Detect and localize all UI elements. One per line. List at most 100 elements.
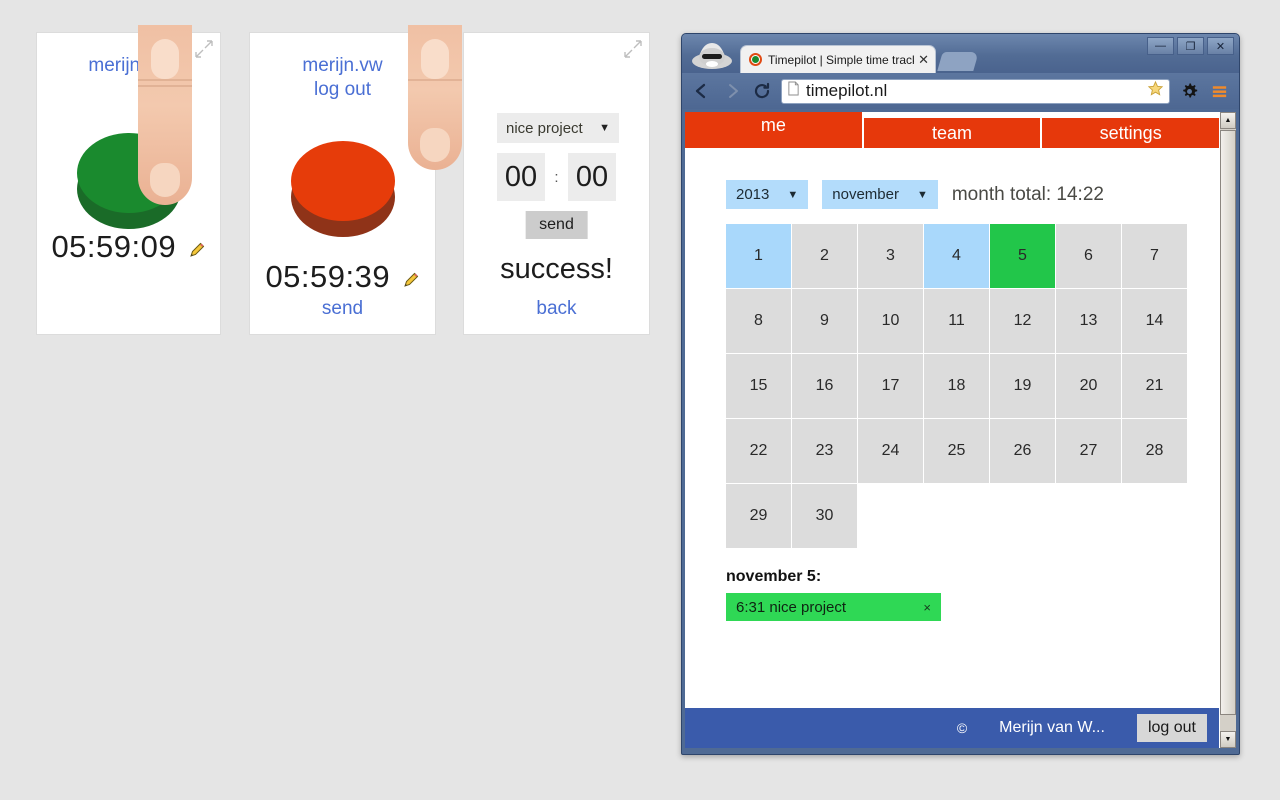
forward-arrow-icon[interactable] (721, 80, 743, 102)
project-select-value: nice project (506, 119, 583, 137)
calendar-day[interactable]: 7 (1122, 224, 1187, 288)
success-message: success! (500, 253, 613, 285)
entries-title: november 5: (726, 568, 822, 585)
calendar-day[interactable]: 16 (792, 354, 857, 418)
reload-icon[interactable] (751, 80, 773, 102)
project-select[interactable]: nice project ▼ (497, 113, 619, 143)
calendar-day[interactable]: 26 (990, 419, 1055, 483)
calendar-day[interactable]: 21 (1122, 354, 1187, 418)
timer-row: 05:59:09 (37, 229, 220, 265)
calendar-day[interactable]: 13 (1056, 289, 1121, 353)
calendar-day[interactable]: 1 (726, 224, 791, 288)
calendar-day[interactable]: 19 (990, 354, 1055, 418)
tab-settings[interactable]: settings (1042, 118, 1220, 148)
calendar-day[interactable]: 25 (924, 419, 989, 483)
calendar-day[interactable]: 27 (1056, 419, 1121, 483)
page-scrollbar[interactable]: ▲ ▼ (1219, 112, 1236, 748)
calendar-day[interactable]: 22 (726, 419, 791, 483)
calendar-day[interactable]: 2 (792, 224, 857, 288)
star-icon[interactable] (1147, 80, 1164, 102)
send-button[interactable]: send (525, 211, 588, 239)
calendar-day[interactable]: 28 (1122, 419, 1187, 483)
month-select-value: november (832, 186, 899, 203)
screen: merijn.vw 05:59:09 merijn.vw log out 05:… (0, 0, 1280, 800)
pencil-icon[interactable] (402, 271, 420, 289)
calendar-day[interactable]: 23 (792, 419, 857, 483)
page-icon (787, 81, 800, 101)
start-stop-button[interactable] (290, 141, 395, 237)
month-total-label: month total: 14:22 (951, 183, 1104, 205)
time-input-group: 00 : 00 (464, 153, 649, 201)
calendar-day[interactable]: 11 (924, 289, 989, 353)
back-arrow-icon[interactable] (691, 80, 713, 102)
browser-window: — ❐ ✕ Timepilot | Simple time trackin ✕ (681, 33, 1240, 755)
mock-panel-running: merijn.vw 05:59:09 (36, 25, 221, 335)
page-footer: © Merijn van W... log out (685, 708, 1219, 748)
author-name: Merijn van W... (999, 719, 1105, 736)
timer-row: 05:59:39 (250, 259, 435, 295)
copyright-symbol: © (956, 720, 968, 736)
year-select[interactable]: 2013 ▼ (726, 180, 809, 209)
window-controls: — ❐ ✕ (1147, 37, 1234, 55)
calendar-day[interactable]: 3 (858, 224, 923, 288)
calendar-day[interactable]: 14 (1122, 289, 1187, 353)
address-bar[interactable]: timepilot.nl (781, 78, 1170, 104)
calendar-day[interactable]: 29 (726, 484, 791, 548)
calendar-day[interactable]: 30 (792, 484, 857, 548)
timepilot-page: me team settings 2013 ▼ november ▼ month… (685, 112, 1220, 748)
month-select[interactable]: november ▼ (822, 180, 938, 209)
gear-icon[interactable] (1178, 80, 1200, 102)
calendar-day[interactable]: 6 (1056, 224, 1121, 288)
calendar-day[interactable]: 10 (858, 289, 923, 353)
tab-me[interactable]: me (685, 112, 862, 148)
hamburger-menu-icon[interactable] (1208, 80, 1230, 102)
url-text: timepilot.nl (806, 81, 888, 100)
year-select-value: 2013 (736, 186, 770, 203)
scroll-down-button[interactable]: ▼ (1220, 731, 1236, 748)
page-viewport: me team settings 2013 ▼ november ▼ month… (685, 112, 1236, 748)
finger-illustration (408, 25, 462, 170)
browser-toolbar: timepilot.nl (682, 73, 1239, 109)
tab-close-icon[interactable]: ✕ (918, 52, 929, 68)
entry-item[interactable]: 6:31 nice project × (726, 593, 941, 621)
user-link[interactable]: merijn.vw (37, 55, 220, 77)
pencil-icon[interactable] (188, 241, 206, 259)
timer-value: 05:59:39 (265, 259, 391, 294)
calendar-day[interactable]: 4 (924, 224, 989, 288)
expand-icon[interactable] (623, 39, 643, 59)
calendar-day[interactable]: 17 (858, 354, 923, 418)
calendar-day[interactable]: 24 (858, 419, 923, 483)
close-button[interactable]: ✕ (1207, 37, 1234, 55)
back-link[interactable]: back (464, 298, 649, 320)
scrollbar-thumb[interactable] (1220, 130, 1236, 715)
time-separator: : (554, 168, 559, 186)
main-nav: me team settings (685, 112, 1220, 148)
new-tab-button[interactable] (937, 52, 979, 71)
button-top (290, 141, 395, 221)
tab-team[interactable]: team (863, 118, 1041, 148)
calendar-day[interactable]: 15 (726, 354, 791, 418)
calendar-day[interactable]: 12 (990, 289, 1055, 353)
logout-button[interactable]: log out (1136, 714, 1207, 742)
calendar-day[interactable]: 5 (990, 224, 1055, 288)
calendar-day[interactable]: 8 (726, 289, 791, 353)
expand-icon[interactable] (194, 39, 214, 59)
maximize-button[interactable]: ❐ (1177, 37, 1204, 55)
entry-text: 6:31 nice project (736, 598, 847, 616)
finger-illustration (138, 25, 192, 205)
chevron-down-icon: ▼ (787, 188, 799, 201)
browser-tab[interactable]: Timepilot | Simple time trackin ✕ (740, 45, 936, 73)
entries-section: november 5: 6:31 nice project × (685, 548, 1219, 621)
incognito-icon (689, 38, 735, 70)
calendar-day[interactable]: 9 (792, 289, 857, 353)
entry-remove-icon[interactable]: × (923, 600, 931, 615)
browser-titlebar: — ❐ ✕ Timepilot | Simple time trackin ✕ (682, 34, 1239, 73)
send-link[interactable]: send (250, 298, 435, 320)
hours-input[interactable]: 00 (497, 153, 546, 201)
minutes-input[interactable]: 00 (567, 153, 616, 201)
minimize-button[interactable]: — (1147, 37, 1174, 55)
timer-value: 05:59:09 (51, 229, 177, 264)
scroll-up-button[interactable]: ▲ (1220, 112, 1236, 129)
calendar-day[interactable]: 20 (1056, 354, 1121, 418)
calendar-day[interactable]: 18 (924, 354, 989, 418)
